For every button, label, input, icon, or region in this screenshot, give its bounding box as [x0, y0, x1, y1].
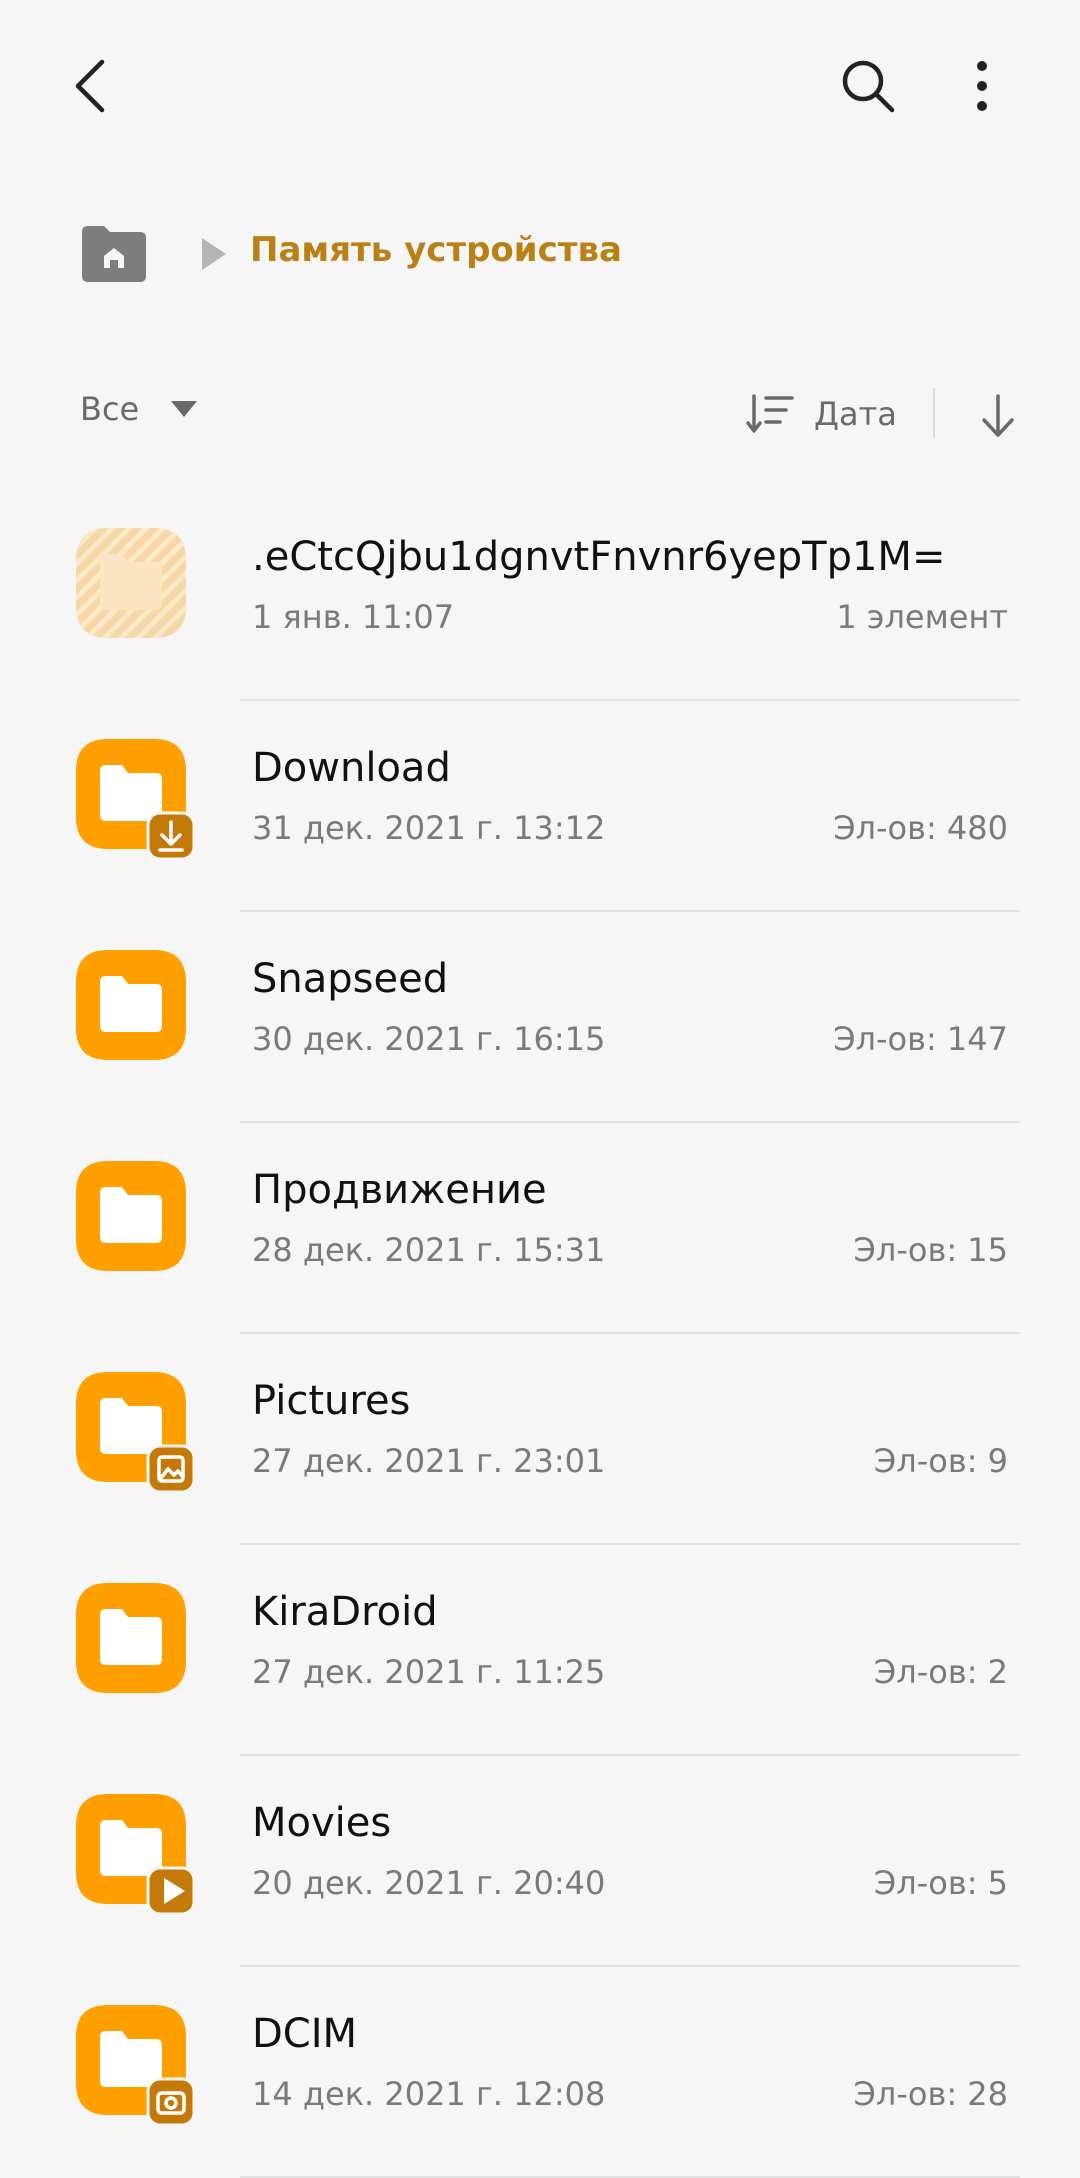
- folder-icon: [76, 1161, 186, 1271]
- filter-sort-bar: Все Дата: [0, 370, 1080, 460]
- folder-icon: [76, 950, 186, 1060]
- folder-item-count: Эл-ов: 9: [873, 1442, 1008, 1480]
- folder-camera-icon: [76, 2005, 196, 2127]
- folder-item-count: Эл-ов: 15: [853, 1231, 1008, 1269]
- folder-date: 31 дек. 2021 г. 13:12: [252, 809, 606, 847]
- folder-name: KiraDroid: [252, 1589, 438, 1635]
- folder-date: 1 янв. 11:07: [252, 598, 455, 636]
- folder-date: 30 дек. 2021 г. 16:15: [252, 1020, 606, 1058]
- folder-row-0[interactable]: .eCtcQjbu1dgnvtFnvnr6yepTp1M= 1 янв. 11:…: [0, 490, 1080, 701]
- folder-name: DCIM: [252, 2011, 358, 2057]
- more-options-button[interactable]: [934, 38, 1030, 134]
- folder-date: 27 дек. 2021 г. 23:01: [252, 1442, 606, 1480]
- sort-direction-button[interactable]: [966, 384, 1030, 448]
- folder-name: .eCtcQjbu1dgnvtFnvnr6yepTp1M=: [252, 534, 946, 580]
- type-filter-label: Все: [80, 390, 140, 428]
- folder-date: 27 дек. 2021 г. 11:25: [252, 1653, 606, 1691]
- breadcrumb-device-storage[interactable]: Память устройства: [250, 230, 622, 270]
- file-list: .eCtcQjbu1dgnvtFnvnr6yepTp1M= 1 янв. 11:…: [0, 490, 1080, 2178]
- sort-by-button[interactable]: Дата: [746, 384, 897, 444]
- folder-row-5[interactable]: KiraDroid 27 дек. 2021 г. 11:25 Эл-ов: 2: [0, 1545, 1080, 1756]
- folder-play-icon: [76, 1794, 196, 1916]
- home-folder-icon: [82, 226, 146, 282]
- dropdown-triangle-icon: [171, 401, 198, 417]
- arrow-down-icon: [982, 394, 1014, 437]
- sort-icon: [746, 394, 794, 433]
- sort-divider: [933, 388, 935, 438]
- breadcrumb: Память устройства: [0, 200, 1080, 310]
- folder-date: 14 дек. 2021 г. 12:08: [252, 2075, 606, 2113]
- folder-item-count: Эл-ов: 28: [853, 2075, 1008, 2113]
- more-vertical-icon: [977, 61, 987, 111]
- folder-item-count: Эл-ов: 2: [873, 1653, 1008, 1691]
- folder-icon: [76, 1583, 186, 1693]
- folder-date: 20 дек. 2021 г. 20:40: [252, 1864, 606, 1902]
- back-arrow-icon: [75, 59, 105, 113]
- search-icon: [842, 60, 895, 113]
- folder-icon: [76, 528, 186, 638]
- folder-item-count: Эл-ов: 147: [833, 1020, 1008, 1058]
- folder-image-icon: [76, 1372, 196, 1494]
- folder-item-count: Эл-ов: 5: [873, 1864, 1008, 1902]
- folder-row-7[interactable]: DCIM 14 дек. 2021 г. 12:08 Эл-ов: 28: [0, 1967, 1080, 2178]
- folder-name: Продвижение: [252, 1167, 547, 1213]
- folder-name: Pictures: [252, 1378, 411, 1424]
- home-button[interactable]: [78, 224, 150, 284]
- folder-row-1[interactable]: Download 31 дек. 2021 г. 13:12 Эл-ов: 48…: [0, 701, 1080, 912]
- folder-row-3[interactable]: Продвижение 28 дек. 2021 г. 15:31 Эл-ов:…: [0, 1123, 1080, 1334]
- top-app-bar: [0, 0, 1080, 170]
- folder-name: Download: [252, 745, 451, 791]
- folder-row-2[interactable]: Snapseed 30 дек. 2021 г. 16:15 Эл-ов: 14…: [0, 912, 1080, 1123]
- type-filter-dropdown[interactable]: Все: [80, 390, 199, 428]
- search-button[interactable]: [820, 38, 916, 134]
- back-button[interactable]: [44, 38, 140, 134]
- sort-by-label: Дата: [814, 395, 897, 433]
- folder-name: Movies: [252, 1800, 392, 1846]
- folder-row-4[interactable]: Pictures 27 дек. 2021 г. 23:01 Эл-ов: 9: [0, 1334, 1080, 1545]
- folder-name: Snapseed: [252, 956, 449, 1002]
- folder-row-6[interactable]: Movies 20 дек. 2021 г. 20:40 Эл-ов: 5: [0, 1756, 1080, 1967]
- folder-item-count: Эл-ов: 480: [833, 809, 1008, 847]
- folder-item-count: 1 элемент: [836, 598, 1008, 636]
- folder-date: 28 дек. 2021 г. 15:31: [252, 1231, 606, 1269]
- folder-download-icon: [76, 739, 196, 861]
- breadcrumb-separator-icon: [202, 238, 226, 270]
